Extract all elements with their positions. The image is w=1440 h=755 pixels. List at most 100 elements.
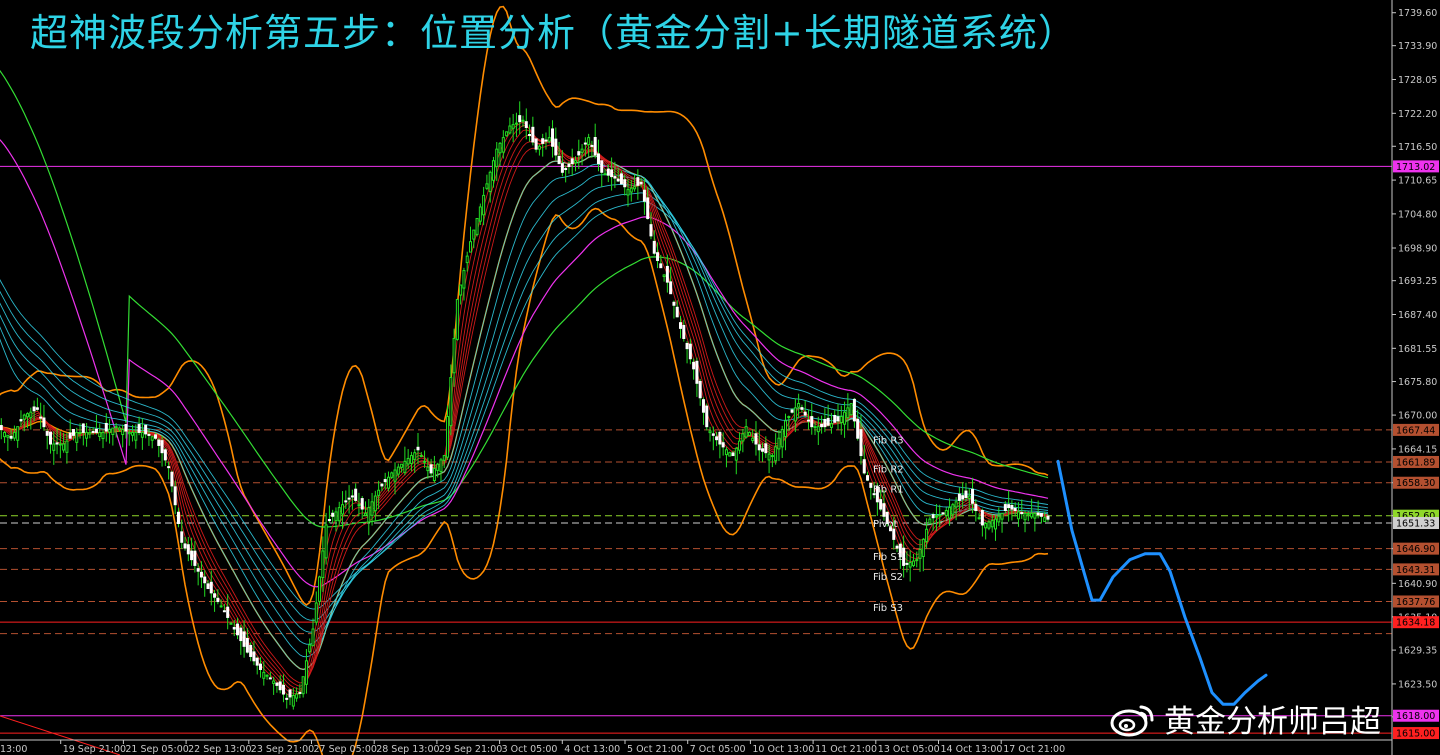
candle-body — [298, 691, 302, 694]
candle-body — [52, 443, 56, 451]
candle-body — [49, 431, 52, 445]
candle-body — [859, 429, 863, 457]
candle — [820, 415, 824, 434]
candle-body — [140, 431, 144, 438]
candle — [245, 628, 249, 654]
candle-body — [734, 447, 738, 461]
candle — [140, 418, 144, 450]
candle — [42, 404, 46, 431]
candle — [974, 499, 978, 522]
candle — [1039, 512, 1043, 524]
candle-body — [577, 151, 581, 156]
candle-body — [137, 424, 141, 433]
candle-body — [613, 176, 617, 179]
candle-body — [318, 576, 322, 602]
time-axis: 13:00 19 Sep 21:00 21 Sep 05:00 22 Sep 13:0… — [0, 739, 1392, 755]
candle-body — [731, 452, 735, 457]
candle — [334, 507, 338, 532]
candle-body — [252, 651, 256, 662]
candle — [150, 435, 154, 449]
x-tick-label-9: 4 Oct 13:00 — [564, 744, 620, 755]
candle — [534, 138, 538, 153]
candle-body — [26, 413, 30, 418]
candle — [314, 591, 318, 626]
candle — [1020, 499, 1024, 519]
candle-body — [751, 437, 755, 442]
candle-body — [918, 549, 922, 559]
candle-body — [639, 181, 643, 185]
candle — [406, 449, 410, 470]
candle-body — [662, 274, 666, 278]
candle-body — [268, 677, 272, 680]
candle-body — [108, 429, 112, 433]
candle-body — [55, 442, 59, 445]
candle — [157, 437, 161, 458]
candle — [665, 254, 669, 293]
candle-body — [934, 515, 938, 518]
bollinger-bands — [0, 5, 1049, 755]
candle-body — [22, 414, 26, 420]
candle — [849, 403, 853, 416]
candle-body — [364, 512, 367, 516]
candle-body — [787, 416, 791, 419]
candle — [980, 508, 984, 537]
candle-body — [964, 490, 968, 498]
x-tick-label-3: 22 Sep 13:00 — [188, 744, 251, 755]
y-tick-label-20: 1623.50 — [1398, 679, 1437, 690]
y-tick-label-19: 1629.35 — [1398, 646, 1437, 657]
candle-body — [386, 476, 390, 489]
candle-body — [856, 418, 860, 439]
watermark: 黄金分析师吕超 — [1108, 696, 1438, 740]
candle-body — [354, 488, 358, 501]
candle-body — [593, 137, 597, 156]
candle-body — [738, 440, 742, 451]
candle-body — [409, 455, 413, 464]
candle-body — [449, 377, 453, 427]
candle-body — [557, 155, 561, 165]
candle-body — [616, 178, 620, 182]
candle — [961, 482, 965, 509]
price-level-tag-label-2: 1661.89 — [1396, 457, 1435, 468]
y-tick-label-10: 1681.55 — [1398, 344, 1437, 355]
candle-body — [580, 148, 584, 153]
candle — [357, 492, 361, 517]
candle-body — [852, 398, 856, 422]
candle — [1007, 490, 1011, 522]
candle — [698, 378, 702, 406]
candle-body — [147, 433, 151, 436]
candle-body — [12, 431, 16, 439]
candle-body — [308, 644, 312, 653]
candle-body — [537, 145, 541, 150]
candle — [701, 397, 705, 425]
candle-body — [35, 407, 39, 410]
candle-body — [514, 122, 518, 125]
candle — [705, 403, 709, 431]
candle-body — [610, 169, 614, 178]
candle-body — [836, 416, 840, 422]
candle — [180, 519, 184, 549]
candle-body — [770, 455, 774, 458]
candle-body — [275, 682, 279, 686]
candle-body — [157, 439, 161, 446]
x-tick-label-13: 11 Oct 21:00 — [815, 744, 877, 755]
candle-body — [485, 183, 489, 189]
candle-body — [823, 418, 827, 428]
x-tick-label-5: 27 Sep 05:00 — [314, 744, 377, 755]
candle-body — [183, 543, 187, 549]
candle — [508, 117, 512, 135]
candle — [432, 455, 436, 483]
y-tick-label-5: 1710.65 — [1398, 176, 1437, 187]
candle — [718, 430, 722, 459]
candle-body — [915, 559, 919, 562]
watermark-text: 黄金分析师吕超 — [1164, 703, 1381, 740]
candle-body — [281, 684, 285, 695]
candle — [6, 434, 10, 452]
candle — [856, 409, 860, 441]
candle-body — [272, 680, 276, 684]
candle — [744, 418, 748, 439]
candle — [685, 341, 689, 364]
candle — [564, 165, 568, 183]
candle — [754, 421, 758, 456]
tunnel-line-3 — [0, 184, 1049, 633]
y-tick-label-13: 1664.15 — [1398, 444, 1437, 455]
